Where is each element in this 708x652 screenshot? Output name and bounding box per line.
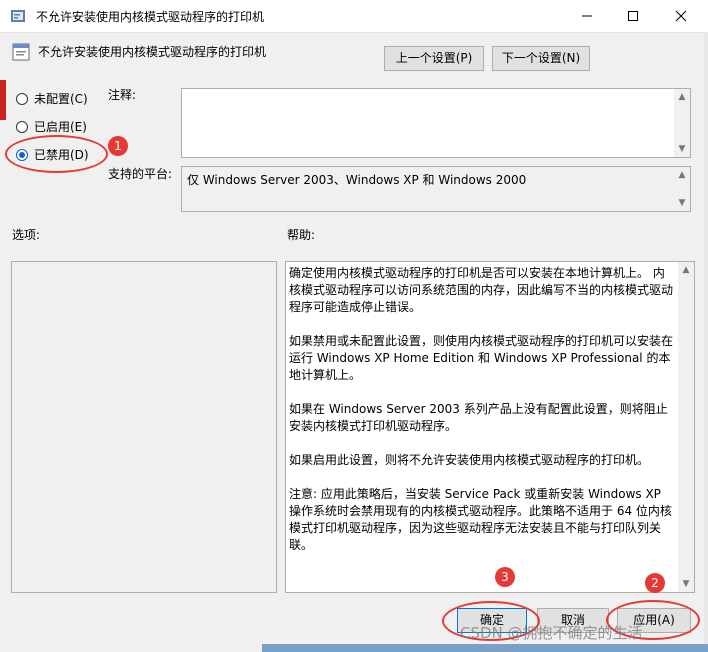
scroll-down-icon[interactable]: ▼: [674, 141, 690, 157]
close-button[interactable]: [658, 0, 704, 32]
maximize-button[interactable]: [610, 0, 656, 32]
help-scrollbar[interactable]: ▲ ▼: [678, 262, 694, 592]
options-label: 选项:: [12, 228, 41, 242]
annotation-ellipse-disabled: [5, 135, 108, 173]
watermark-text: CSDN @拥抱不确定的生活: [460, 624, 643, 642]
window-edge: [704, 32, 708, 652]
scroll-down-icon[interactable]: ▼: [674, 195, 690, 211]
annotation-badge-1: 1: [108, 136, 128, 156]
help-paragraph: 如果禁用或未配置此设置，则使用内核模式驱动程序的打印机可以安装在运行 Windo…: [289, 334, 674, 382]
help-label: 帮助:: [287, 228, 316, 242]
policy-name: 不允许安装使用内核模式驱动程序的打印机: [38, 45, 267, 59]
radio-circle: [16, 121, 28, 133]
background-taskbar-strip: [262, 644, 708, 652]
maximize-icon: [628, 11, 638, 21]
comment-textarea[interactable]: ▲ ▼: [181, 88, 691, 158]
scroll-up-icon[interactable]: ▲: [674, 167, 690, 183]
scroll-up-icon[interactable]: ▲: [678, 262, 694, 278]
minimize-button[interactable]: [564, 0, 610, 32]
policy-setting-icon: [12, 43, 30, 61]
scroll-up-icon[interactable]: ▲: [674, 89, 690, 105]
supported-scrollbar[interactable]: ▲ ▼: [674, 167, 690, 211]
prev-setting-button[interactable]: 上一个设置(P): [384, 46, 484, 71]
title-bar: 不允许安装使用内核模式驱动程序的打印机: [0, 0, 708, 33]
help-text: 确定使用内核模式驱动程序的打印机是否可以安装在本地计算机上。 内核模式驱动程序可…: [289, 265, 675, 571]
help-panel: 确定使用内核模式驱动程序的打印机是否可以安装在本地计算机上。 内核模式驱动程序可…: [285, 261, 695, 593]
options-panel: [11, 261, 277, 593]
supported-platforms-value: 仅 Windows Server 2003、Windows XP 和 Windo…: [187, 173, 527, 187]
background-window-strip: [0, 80, 6, 120]
window-title: 不允许安装使用内核模式驱动程序的打印机: [36, 10, 265, 24]
comment-scrollbar[interactable]: ▲ ▼: [674, 89, 690, 157]
supported-platforms-box: 仅 Windows Server 2003、Windows XP 和 Windo…: [181, 166, 691, 212]
radio-label: 未配置(C): [34, 92, 88, 106]
minimize-icon: [582, 15, 592, 17]
radio-circle: [16, 93, 28, 105]
scroll-down-icon[interactable]: ▼: [678, 576, 694, 592]
help-paragraph: 如果启用此设置，则将不允许安装使用内核模式驱动程序的打印机。: [289, 453, 650, 467]
annotation-badge-2: 2: [645, 573, 665, 593]
next-setting-button[interactable]: 下一个设置(N): [492, 46, 590, 71]
help-paragraph: 确定使用内核模式驱动程序的打印机是否可以安装在本地计算机上。 内核模式驱动程序可…: [289, 266, 674, 314]
help-paragraph: 如果在 Windows Server 2003 系列产品上没有配置此设置，则将阻…: [289, 402, 668, 433]
help-paragraph: 注意: 应用此策略后，当安装 Service Pack 或重新安装 Window…: [289, 487, 672, 552]
comment-label: 注释:: [108, 88, 137, 102]
radio-label: 已启用(E): [34, 120, 87, 134]
annotation-badge-3: 3: [495, 567, 515, 587]
close-icon: [675, 10, 687, 22]
policy-app-icon: [10, 8, 26, 24]
supported-label: 支持的平台:: [108, 167, 173, 181]
